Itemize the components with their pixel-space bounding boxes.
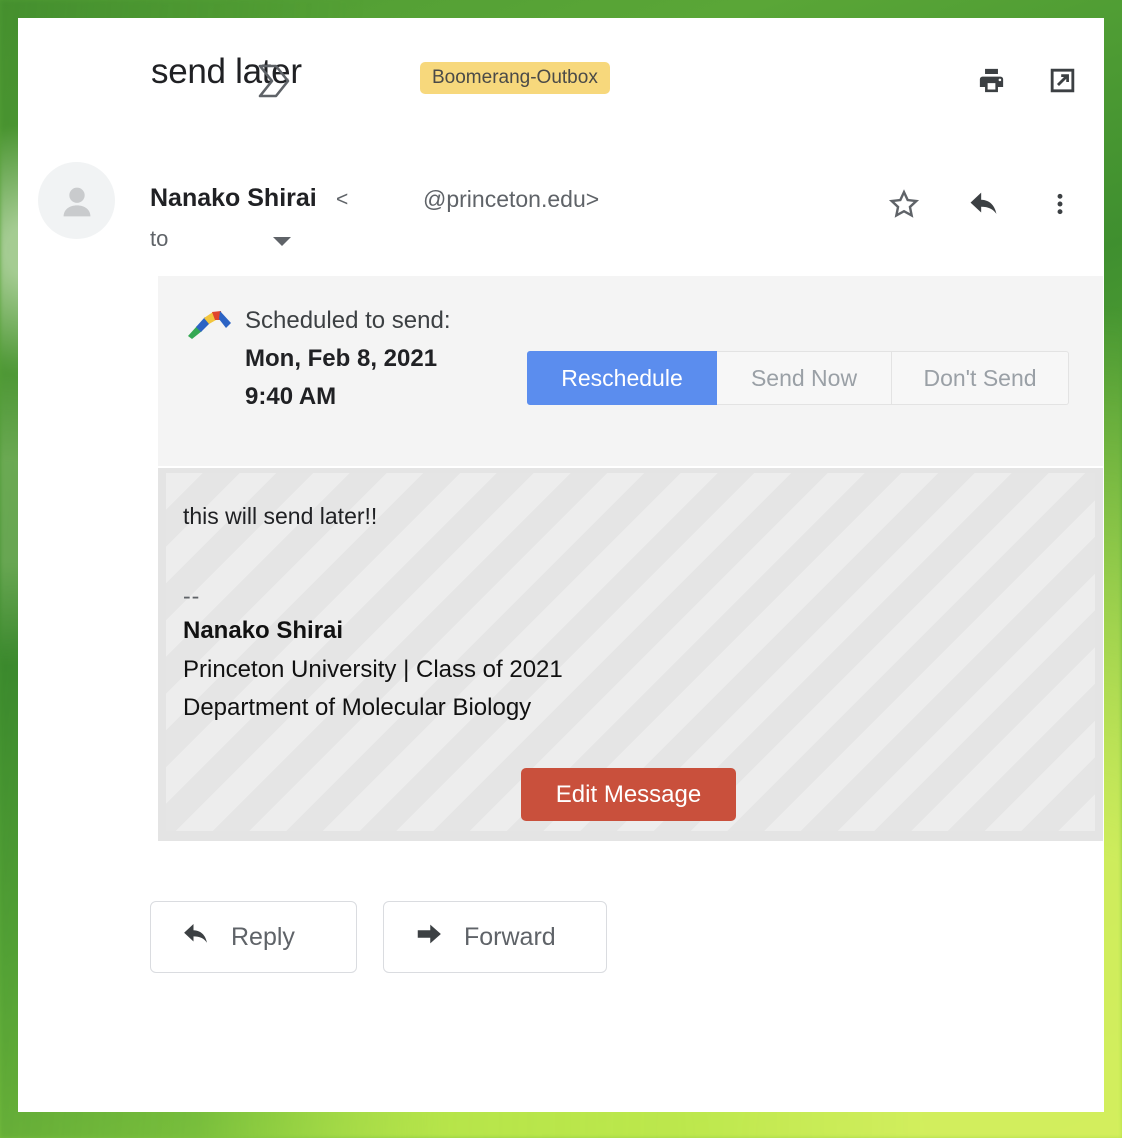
boomerang-outline-icon — [254, 60, 292, 102]
reply-arrow-icon[interactable] — [964, 184, 1004, 224]
label-chip-boomerang-outbox[interactable]: Boomerang-Outbox — [420, 62, 610, 94]
dont-send-button[interactable]: Don't Send — [892, 351, 1069, 405]
schedule-prefix: Scheduled to send: — [245, 307, 451, 334]
forward-button-label: Forward — [464, 922, 556, 951]
mail-reading-pane: send later Boomerang-Outbox Nanako Shira… — [18, 18, 1104, 1112]
schedule-action-group: Reschedule Send Now Don't Send — [527, 351, 1069, 405]
print-icon[interactable] — [973, 62, 1009, 98]
send-now-button[interactable]: Send Now — [717, 351, 892, 405]
star-outline-icon[interactable] — [884, 184, 924, 224]
signature-separator: -- — [183, 583, 201, 609]
sender-email: @princeton.edu> — [423, 186, 600, 212]
sender-email-open-bracket: < — [336, 188, 349, 211]
recipient-label: to — [150, 226, 169, 251]
edit-message-button[interactable]: Edit Message — [521, 768, 736, 821]
sender-row: Nanako Shirai < @princeton.edu> to — [18, 142, 1104, 258]
subject-row: send later Boomerang-Outbox — [18, 18, 1104, 142]
message-body-wrapper: this will send later!! -- Nanako Shirai … — [158, 468, 1103, 841]
boomerang-schedule-banner: Scheduled to send: Mon, Feb 8, 2021 9:40… — [158, 276, 1103, 466]
chevron-down-icon[interactable] — [273, 237, 291, 246]
forward-arrow-icon — [414, 919, 444, 956]
reply-button-label: Reply — [231, 922, 295, 951]
schedule-status-text: Scheduled to send: Mon, Feb 8, 2021 9:40… — [245, 302, 475, 416]
label-chip-text: Boomerang-Outbox — [432, 67, 598, 88]
forward-button[interactable]: Forward — [383, 901, 607, 973]
message-body-text: this will send later!! — [183, 503, 378, 529]
schedule-datetime: Mon, Feb 8, 2021 9:40 AM — [245, 345, 438, 410]
reply-arrow-icon — [181, 919, 211, 956]
page-root: send later Boomerang-Outbox Nanako Shira… — [0, 0, 1122, 1138]
sender-name: Nanako Shirai — [150, 184, 317, 212]
more-vertical-icon[interactable] — [1043, 184, 1077, 224]
signature-affiliation: Princeton University | Class of 2021 — [183, 656, 563, 683]
footer-actions: Reply Forward — [150, 901, 607, 973]
reschedule-button[interactable]: Reschedule — [527, 351, 717, 405]
message-body-striped-preview: this will send later!! -- Nanako Shirai … — [166, 473, 1095, 831]
open-in-new-icon[interactable] — [1044, 62, 1080, 98]
signature-department: Department of Molecular Biology — [183, 694, 532, 721]
reply-button[interactable]: Reply — [150, 901, 357, 973]
boomerang-color-logo — [186, 306, 234, 340]
avatar — [38, 162, 115, 239]
signature-name: Nanako Shirai — [183, 617, 344, 644]
